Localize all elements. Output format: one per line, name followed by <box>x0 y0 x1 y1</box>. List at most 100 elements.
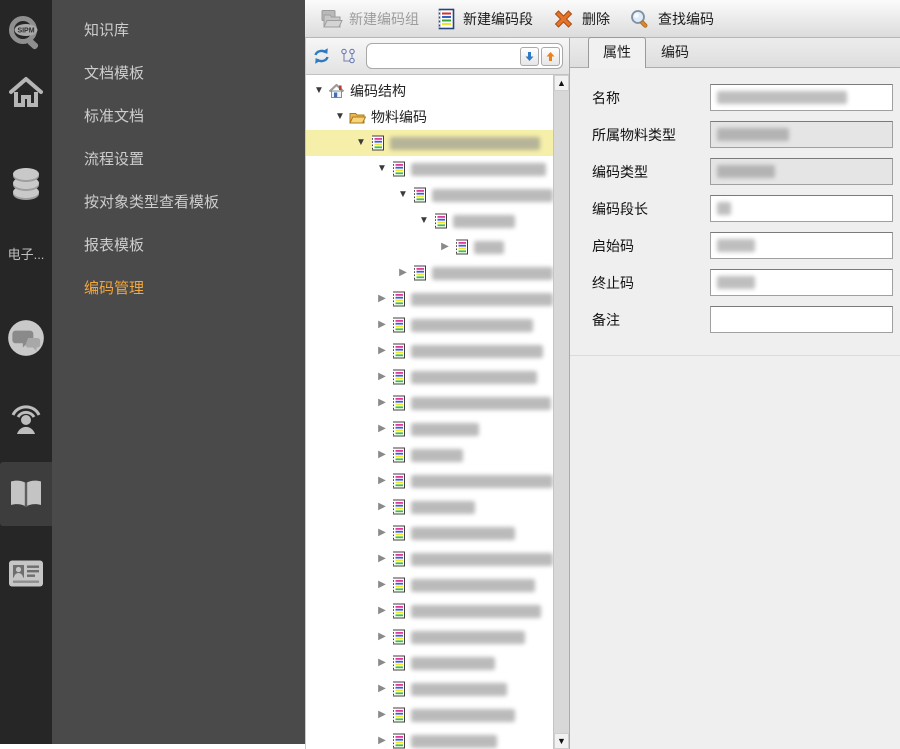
toolbar-button-3[interactable]: 查找编码 <box>619 4 723 34</box>
expand-arrow-icon[interactable]: ▶ <box>375 650 389 676</box>
expand-arrow-icon[interactable]: ▶ <box>375 572 389 598</box>
ebook-nav-button[interactable]: 电子... <box>0 242 52 264</box>
tree-row-24[interactable]: ▶ <box>306 702 553 728</box>
toolbar-button-2[interactable]: 删除 <box>542 4 619 34</box>
tree-search-input[interactable] <box>373 48 518 64</box>
expand-arrow-icon[interactable]: ▶ <box>375 624 389 650</box>
tree-toolbar <box>306 38 569 75</box>
tab-0[interactable]: 属性 <box>588 37 646 68</box>
tree-row-15[interactable]: ▶ <box>306 468 553 494</box>
tree-row-10[interactable]: ▶ <box>306 338 553 364</box>
tab-1[interactable]: 编码 <box>646 37 704 67</box>
book-nav-button[interactable] <box>0 462 52 526</box>
expand-arrow-icon[interactable]: ▶ <box>438 234 452 260</box>
hierarchy-view-icon[interactable] <box>340 48 357 65</box>
expand-arrow-icon[interactable]: ▼ <box>354 130 368 156</box>
sidebar-item-2[interactable]: 标准文档 <box>52 95 305 138</box>
tree-row-8[interactable]: ▶ <box>306 286 553 312</box>
sidebar-item-3[interactable]: 流程设置 <box>52 138 305 181</box>
tree-row-16[interactable]: ▶ <box>306 494 553 520</box>
expand-arrow-icon[interactable]: ▼ <box>375 156 389 182</box>
expand-arrow-icon[interactable]: ▶ <box>375 676 389 702</box>
database-nav-button[interactable] <box>0 162 52 206</box>
find-code-icon <box>628 7 652 31</box>
expand-arrow-icon[interactable]: ▶ <box>375 468 389 494</box>
expand-arrow-icon[interactable]: ▶ <box>375 364 389 390</box>
tree-row-11[interactable]: ▶ <box>306 364 553 390</box>
expand-arrow-icon[interactable]: ▶ <box>375 728 389 749</box>
expand-arrow-icon[interactable]: ▶ <box>375 598 389 624</box>
redacted-text <box>411 683 507 696</box>
expand-arrow-icon[interactable]: ▶ <box>375 520 389 546</box>
expand-arrow-icon[interactable]: ▶ <box>375 702 389 728</box>
form-field-input-5[interactable] <box>710 269 893 296</box>
tree-row-13[interactable]: ▶ <box>306 416 553 442</box>
tree-row-23[interactable]: ▶ <box>306 676 553 702</box>
redacted-text <box>411 631 525 644</box>
code-document-icon <box>412 187 427 203</box>
code-document-icon <box>391 629 406 645</box>
tree-row-25[interactable]: ▶ <box>306 728 553 749</box>
tree-row-9[interactable]: ▶ <box>306 312 553 338</box>
expand-arrow-icon[interactable]: ▼ <box>312 78 326 104</box>
form-field-input-2[interactable] <box>710 158 893 185</box>
tree-row-17[interactable]: ▶ <box>306 520 553 546</box>
expand-arrow-icon[interactable]: ▼ <box>333 104 347 130</box>
expand-arrow-icon[interactable]: ▶ <box>375 546 389 572</box>
tree-row-6[interactable]: ▶ <box>306 234 553 260</box>
expand-arrow-icon[interactable]: ▶ <box>375 494 389 520</box>
code-tree-panel: ▼编码结构▼物料编码▼▼▼▼▶▶▶▶▶▶▶▶▶▶▶▶▶▶▶▶▶▶▶▶ ▲ ▼ <box>305 38 570 749</box>
expand-arrow-icon[interactable]: ▶ <box>375 442 389 468</box>
chat-nav-button[interactable] <box>0 315 52 361</box>
form-field-input-1[interactable] <box>710 121 893 148</box>
tree-row-5[interactable]: ▼ <box>306 208 553 234</box>
expand-arrow-icon[interactable]: ▶ <box>375 312 389 338</box>
tree-vertical-scrollbar[interactable]: ▲ ▼ <box>553 75 569 749</box>
sidebar-item-4[interactable]: 按对象类型查看模板 <box>52 181 305 224</box>
search-up-button[interactable] <box>541 47 560 66</box>
tree-row-1[interactable]: ▼物料编码 <box>306 104 553 130</box>
tree-row-3[interactable]: ▼ <box>306 156 553 182</box>
sidebar-item-0[interactable]: 知识库 <box>52 9 305 52</box>
form-field-input-4[interactable] <box>710 232 893 259</box>
sidebar-item-1[interactable]: 文档模板 <box>52 52 305 95</box>
code-document-icon <box>391 577 406 593</box>
expand-arrow-icon[interactable]: ▶ <box>396 260 410 286</box>
tree-row-2[interactable]: ▼ <box>306 130 553 156</box>
form-field-input-0[interactable] <box>710 84 893 111</box>
detail-panel: 属性编码 名称所属物料类型编码类型编码段长启始码终止码备注 <box>570 38 900 749</box>
toolbar-button-1[interactable]: 新建编码段 <box>428 4 542 34</box>
form-field-input-3[interactable] <box>710 195 893 222</box>
sipm-logo[interactable]: SIPM <box>0 12 52 56</box>
refresh-icon[interactable] <box>312 47 331 65</box>
tree-row-22[interactable]: ▶ <box>306 650 553 676</box>
tree-row-4[interactable]: ▼ <box>306 182 553 208</box>
scroll-down-icon[interactable]: ▼ <box>554 733 569 749</box>
expand-arrow-icon[interactable]: ▼ <box>417 208 431 234</box>
expand-arrow-icon[interactable]: ▶ <box>375 286 389 312</box>
search-down-button[interactable] <box>520 47 539 66</box>
tree-row-21[interactable]: ▶ <box>306 624 553 650</box>
book-icon <box>8 478 44 510</box>
expand-arrow-icon[interactable]: ▼ <box>396 182 410 208</box>
toolbar-button-0[interactable]: 新建编码组 <box>310 4 428 34</box>
tree-row-14[interactable]: ▶ <box>306 442 553 468</box>
tree-row-0[interactable]: ▼编码结构 <box>306 78 553 104</box>
expand-arrow-icon[interactable]: ▶ <box>375 390 389 416</box>
tree-row-18[interactable]: ▶ <box>306 546 553 572</box>
form-field-input-6[interactable] <box>710 306 893 333</box>
tree-row-7[interactable]: ▶ <box>306 260 553 286</box>
scroll-up-icon[interactable]: ▲ <box>554 75 569 91</box>
home-nav-button[interactable] <box>0 72 52 112</box>
content-area: ▼编码结构▼物料编码▼▼▼▼▶▶▶▶▶▶▶▶▶▶▶▶▶▶▶▶▶▶▶▶ ▲ ▼ 属… <box>305 38 900 749</box>
broadcast-nav-button[interactable] <box>0 396 52 442</box>
sidebar-item-label: 标准文档 <box>84 108 144 125</box>
idcard-nav-button[interactable] <box>0 552 52 594</box>
tree-row-12[interactable]: ▶ <box>306 390 553 416</box>
tree-row-20[interactable]: ▶ <box>306 598 553 624</box>
expand-arrow-icon[interactable]: ▶ <box>375 416 389 442</box>
sidebar-item-5[interactable]: 报表模板 <box>52 224 305 267</box>
tree-row-19[interactable]: ▶ <box>306 572 553 598</box>
expand-arrow-icon[interactable]: ▶ <box>375 338 389 364</box>
sidebar-item-6[interactable]: 编码管理 <box>52 267 305 310</box>
